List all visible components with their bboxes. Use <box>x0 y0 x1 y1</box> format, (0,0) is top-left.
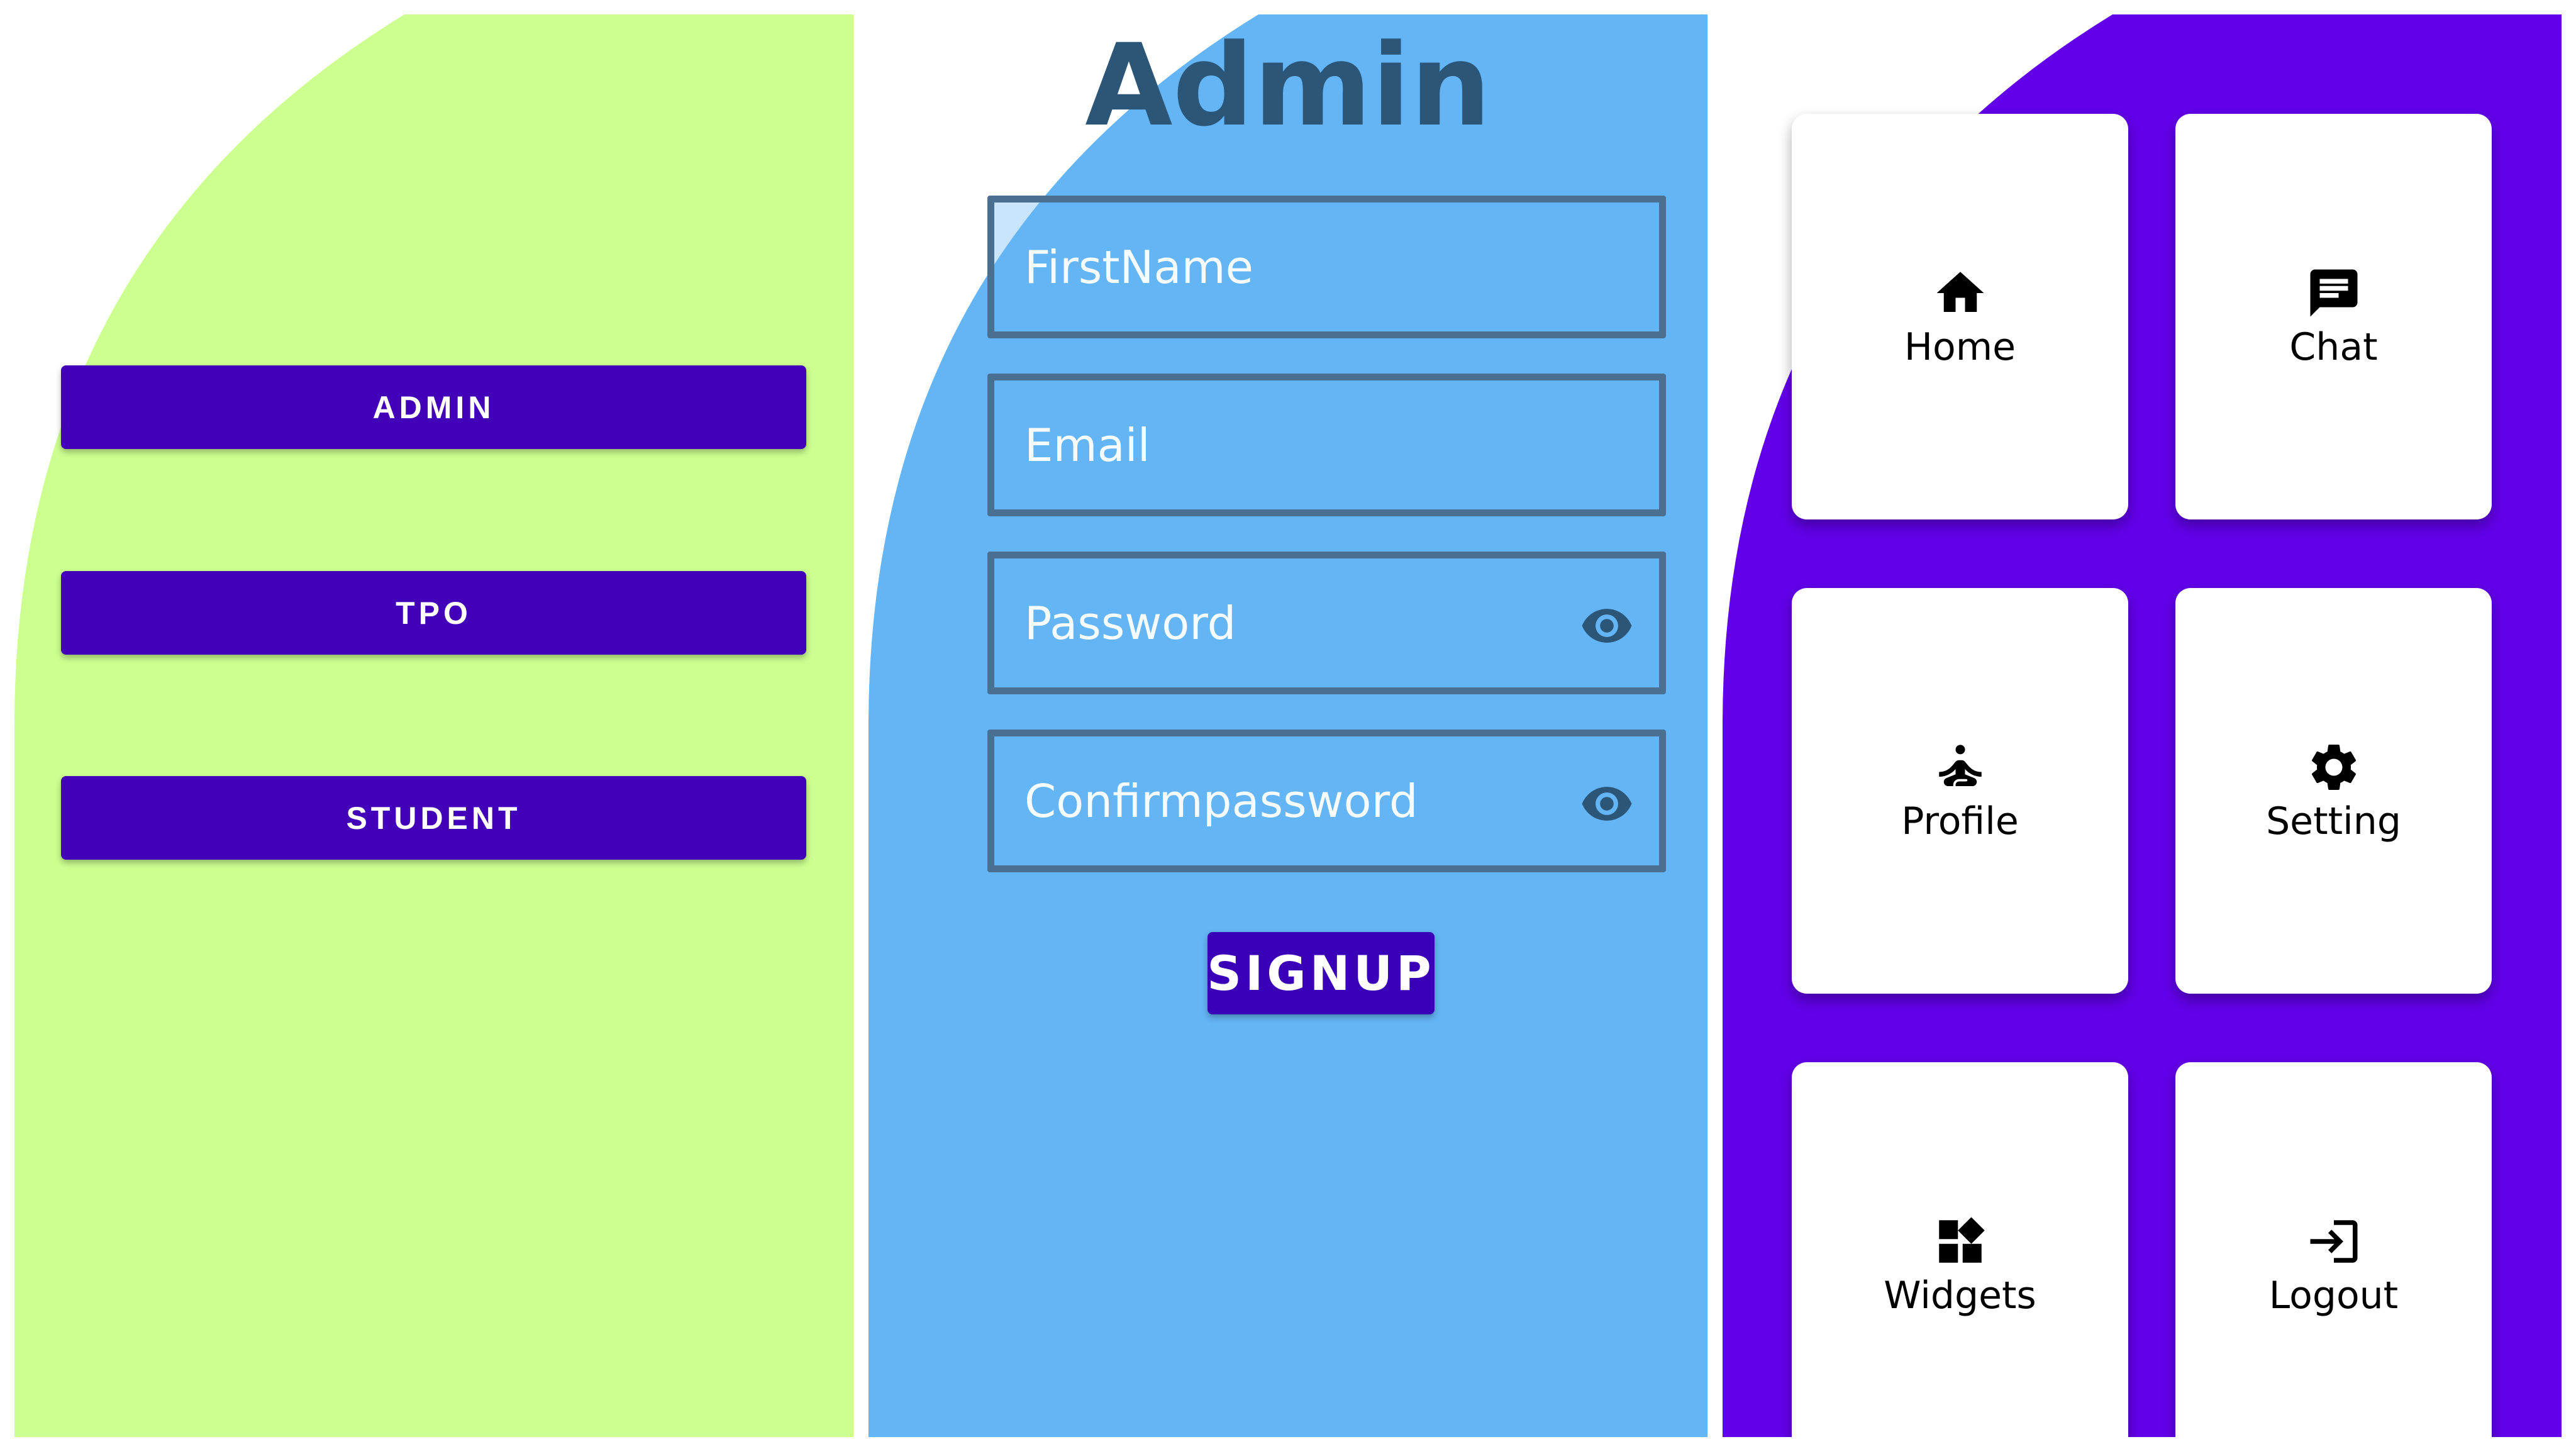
widgets-icon <box>1932 1213 1989 1270</box>
email-input[interactable] <box>994 380 1659 509</box>
tpo-button[interactable]: TPO <box>61 571 806 655</box>
home-label: Home <box>1904 325 2016 369</box>
chat-label: Chat <box>2289 325 2378 369</box>
left-background-shape <box>14 14 853 1437</box>
dashboard-screen: Home Chat Profile Setting Widgets Logout <box>1723 14 2562 1437</box>
home-card[interactable]: Home <box>1792 114 2128 519</box>
role-selection-screen: ADMIN TPO STUDENT <box>14 14 853 1437</box>
setting-card[interactable]: Setting <box>2175 588 2492 994</box>
chat-card[interactable]: Chat <box>2175 114 2492 519</box>
password-input[interactable] <box>994 558 1659 687</box>
logout-label: Logout <box>2268 1273 2399 1318</box>
admin-button[interactable]: ADMIN <box>61 365 806 449</box>
screenshot-collage: ADMIN TPO STUDENT Admin SIGNUP <box>0 0 2576 1449</box>
password-field[interactable] <box>987 552 1666 694</box>
firstname-input[interactable] <box>994 203 1659 331</box>
chat-icon <box>2306 265 2362 321</box>
settings-icon <box>2306 739 2362 796</box>
page-title: Admin <box>1085 20 1491 152</box>
widgets-label: Widgets <box>1884 1273 2036 1318</box>
widgets-card[interactable]: Widgets <box>1792 1062 2128 1437</box>
eye-icon[interactable] <box>1580 599 1634 653</box>
logout-card[interactable]: Logout <box>2175 1062 2492 1437</box>
admin-signup-screen: Admin SIGNUP <box>869 14 1707 1437</box>
profile-card[interactable]: Profile <box>1792 588 2128 994</box>
logout-icon <box>2306 1213 2362 1270</box>
setting-label: Setting <box>2266 799 2401 843</box>
eye-icon[interactable] <box>1580 777 1634 831</box>
confirm-password-input[interactable] <box>994 736 1659 865</box>
email-field[interactable] <box>987 374 1666 516</box>
profile-label: Profile <box>1901 799 2019 843</box>
home-icon <box>1932 265 1989 321</box>
firstname-field[interactable] <box>987 196 1666 338</box>
profile-icon <box>1932 739 1989 796</box>
student-button[interactable]: STUDENT <box>61 776 806 860</box>
signup-button[interactable]: SIGNUP <box>1207 932 1435 1014</box>
confirm-password-field[interactable] <box>987 730 1666 872</box>
